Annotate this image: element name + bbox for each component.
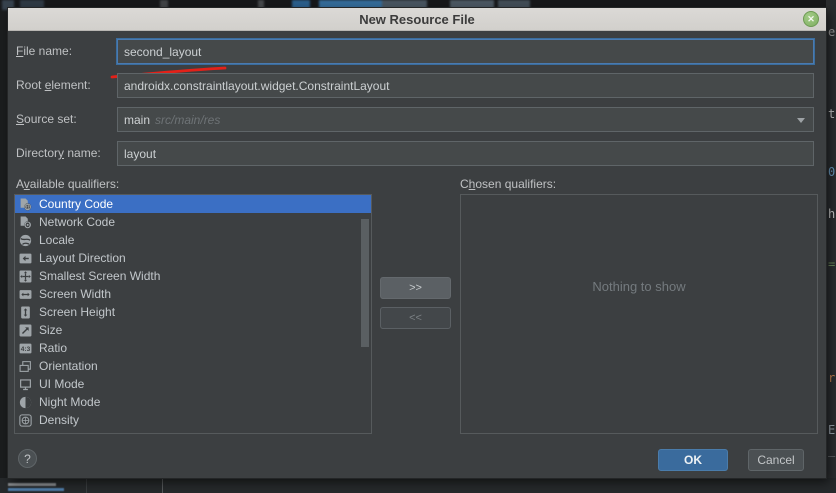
source-set-value: main	[124, 113, 150, 127]
scrollbar-thumb[interactable]	[361, 219, 369, 347]
qualifier-item[interactable]: Country Code	[15, 195, 371, 213]
night-mode-icon	[19, 396, 32, 409]
available-qualifiers-label: Available qualifiers:	[16, 177, 119, 191]
svg-text:4:3: 4:3	[21, 346, 31, 353]
background-editor-text-fragment: e	[828, 26, 835, 38]
qualifier-item-label: Density	[39, 413, 79, 427]
root-element-label: Root element:	[16, 73, 91, 98]
background-editor-text-fragment: _P	[828, 444, 836, 456]
smallest-screen-width-icon	[19, 270, 32, 283]
density-icon	[19, 414, 32, 427]
file-name-label: File name:	[16, 39, 72, 64]
background-editor-text-fragment: r	[828, 372, 835, 384]
background-blur-text	[8, 488, 64, 491]
country-code-icon	[19, 198, 32, 211]
background-blur-text	[8, 483, 56, 486]
ok-button[interactable]: OK	[658, 449, 728, 471]
move-right-button[interactable]: >>	[380, 277, 451, 299]
cancel-button[interactable]: Cancel	[748, 449, 804, 471]
qualifier-item[interactable]: Smallest Screen Width	[15, 267, 371, 285]
file-name-input[interactable]	[117, 39, 814, 64]
orientation-icon	[19, 360, 32, 373]
qualifier-item-label: Locale	[39, 233, 74, 247]
chevron-down-icon	[797, 118, 805, 123]
root-element-input[interactable]	[117, 73, 814, 98]
chosen-qualifiers-label: Chosen qualifiers:	[460, 177, 556, 191]
ide-background-bottom	[0, 478, 836, 493]
qualifier-item[interactable]: Size	[15, 321, 371, 339]
qualifier-item[interactable]: Screen Height	[15, 303, 371, 321]
network-code-icon	[19, 216, 32, 229]
qualifier-item-label: UI Mode	[39, 377, 84, 391]
background-editor-text-fragment: =	[828, 258, 835, 270]
layout-direction-icon	[19, 252, 32, 265]
screen-height-icon	[19, 306, 32, 319]
qualifier-item-label: Orientation	[39, 359, 98, 373]
move-left-button[interactable]: <<	[380, 307, 451, 329]
background-editor-text-fragment: t	[828, 108, 835, 120]
available-qualifiers-list[interactable]: Country Code Network Code Locale Layout Dir…	[14, 194, 372, 434]
size-icon	[19, 324, 32, 337]
dialog-title: New Resource File	[359, 12, 475, 27]
source-set-dropdown[interactable]: main src/main/res	[117, 107, 814, 132]
ui-mode-icon	[19, 378, 32, 391]
source-set-path-hint: src/main/res	[155, 113, 220, 127]
qualifier-item[interactable]: Layout Direction	[15, 249, 371, 267]
qualifier-item[interactable]: Network Code	[15, 213, 371, 231]
qualifier-item-label: Network Code	[39, 215, 115, 229]
ratio-icon: 4:3	[19, 342, 32, 355]
background-editor-text-fragment: E	[828, 424, 835, 436]
qualifier-item-label: Night Mode	[39, 395, 100, 409]
qualifier-item[interactable]: Orientation	[15, 357, 371, 375]
locale-icon	[19, 234, 32, 247]
qualifier-item[interactable]: Density	[15, 411, 371, 429]
directory-name-label: Directory name:	[16, 141, 101, 166]
background-editor-text-fragment: 0	[828, 166, 835, 178]
qualifier-item-label: Screen Width	[39, 287, 111, 301]
background-editor-text-fragment: h	[828, 208, 835, 220]
qualifier-item-label: Ratio	[39, 341, 67, 355]
qualifier-item-label: Layout Direction	[39, 251, 126, 265]
qualifier-item[interactable]: Locale	[15, 231, 371, 249]
source-set-label: Source set:	[16, 107, 77, 132]
dialog-titlebar[interactable]: New Resource File ✕	[8, 8, 826, 31]
qualifier-item-label: Screen Height	[39, 305, 115, 319]
qualifier-item-label: Country Code	[39, 197, 113, 211]
help-button[interactable]: ?	[18, 449, 37, 468]
qualifier-item[interactable]: UI Mode	[15, 375, 371, 393]
screen-width-icon	[19, 288, 32, 301]
qualifier-item[interactable]: Screen Width	[15, 285, 371, 303]
chosen-qualifiers-panel: Nothing to show	[460, 194, 818, 434]
qualifier-item[interactable]: 4:3 Ratio	[15, 339, 371, 357]
qualifier-item[interactable]: Night Mode	[15, 393, 371, 411]
empty-state-text: Nothing to show	[592, 279, 685, 294]
directory-name-input[interactable]	[117, 141, 814, 166]
qualifier-item-label: Size	[39, 323, 62, 337]
background-divider	[162, 478, 163, 493]
new-resource-file-dialog: New Resource File ✕ File name: Root elem…	[8, 8, 826, 478]
ide-background-editor-edge: e t 0 h = r E _P	[826, 0, 836, 493]
close-icon[interactable]: ✕	[803, 11, 819, 27]
background-divider	[86, 478, 87, 493]
qualifier-item-label: Smallest Screen Width	[39, 269, 160, 283]
